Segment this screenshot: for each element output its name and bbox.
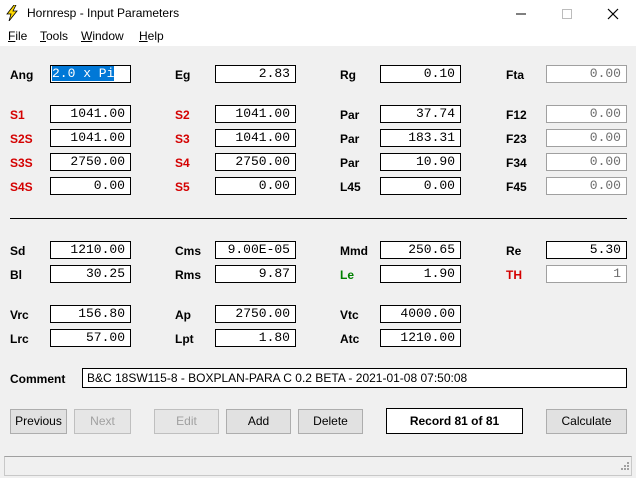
field-f45: 0.00 (546, 177, 627, 195)
field-s2s[interactable]: 1041.00 (50, 129, 131, 147)
label-lpt: Lpt (175, 332, 194, 346)
field-s4s[interactable]: 0.00 (50, 177, 131, 195)
field-ap[interactable]: 2750.00 (215, 305, 296, 323)
label-atc: Atc (340, 332, 360, 346)
label-ang: Ang (10, 68, 34, 82)
label-th: TH (506, 268, 522, 282)
label-rg: Rg (340, 68, 356, 82)
field-s1[interactable]: 1041.00 (50, 105, 131, 123)
window-title: Hornresp - Input Parameters (27, 6, 180, 20)
label-re: Re (506, 244, 522, 258)
field-fta: 0.00 (546, 65, 627, 83)
label-le: Le (340, 268, 355, 282)
next-button: Next (74, 409, 131, 434)
menu-window[interactable]: Window (81, 29, 124, 43)
label-ap: Ap (175, 308, 191, 322)
field-lpt[interactable]: 1.80 (215, 329, 296, 347)
field-mmd[interactable]: 250.65 (380, 241, 461, 259)
label-par-3: Par (340, 156, 360, 170)
field-ang[interactable]: 2.0 x Pi (50, 65, 131, 83)
label-fta: Fta (506, 68, 524, 82)
label-s3: S3 (175, 132, 190, 146)
lightning-icon (5, 4, 19, 22)
maximize-button[interactable] (544, 0, 590, 27)
field-rg[interactable]: 0.10 (380, 65, 461, 83)
label-s4s: S4S (10, 180, 33, 194)
menu-bar: File Tools Window Help (0, 27, 636, 46)
field-vtc[interactable]: 4000.00 (380, 305, 461, 323)
minimize-button[interactable] (498, 0, 544, 27)
label-mmd: Mmd (340, 244, 368, 258)
label-s2: S2 (175, 108, 190, 122)
field-le[interactable]: 1.90 (380, 265, 461, 283)
label-s3s: S3S (10, 156, 33, 170)
field-lrc[interactable]: 57.00 (50, 329, 131, 347)
previous-button[interactable]: Previous (10, 409, 67, 434)
field-re[interactable]: 5.30 (546, 241, 627, 259)
label-par-2: Par (340, 132, 360, 146)
field-par-2[interactable]: 183.31 (380, 129, 461, 147)
field-cms[interactable]: 9.00E-05 (215, 241, 296, 259)
record-indicator: Record 81 of 81 (386, 408, 523, 434)
field-f23: 0.00 (546, 129, 627, 147)
label-s1: S1 (10, 108, 25, 122)
field-atc[interactable]: 1210.00 (380, 329, 461, 347)
field-s2[interactable]: 1041.00 (215, 105, 296, 123)
maximize-icon (562, 9, 572, 19)
close-button[interactable] (590, 0, 636, 27)
field-bl[interactable]: 30.25 (50, 265, 131, 283)
field-f34: 0.00 (546, 153, 627, 171)
label-f23: F23 (506, 132, 527, 146)
menu-tools[interactable]: Tools (40, 29, 68, 43)
label-rms: Rms (175, 268, 202, 282)
label-s5: S5 (175, 180, 190, 194)
field-ang-selected-text: 2.0 x Pi (52, 66, 115, 81)
field-vrc[interactable]: 156.80 (50, 305, 131, 323)
label-cms: Cms (175, 244, 202, 258)
field-sd[interactable]: 1210.00 (50, 241, 131, 259)
label-l45: L45 (340, 180, 361, 194)
edit-button: Edit (154, 409, 219, 434)
label-par-1: Par (340, 108, 360, 122)
label-sd: Sd (10, 244, 26, 258)
delete-button[interactable]: Delete (298, 409, 363, 434)
resize-grip-icon[interactable] (619, 459, 629, 473)
label-s2s: S2S (10, 132, 33, 146)
label-vtc: Vtc (340, 308, 359, 322)
label-vrc: Vrc (10, 308, 29, 322)
label-eg: Eg (175, 68, 191, 82)
field-rms[interactable]: 9.87 (215, 265, 296, 283)
field-s5[interactable]: 0.00 (215, 177, 296, 195)
label-bl: Bl (10, 268, 22, 282)
field-par-3[interactable]: 10.90 (380, 153, 461, 171)
menu-file[interactable]: File (8, 29, 27, 43)
title-bar: Hornresp - Input Parameters (0, 0, 636, 27)
field-f12: 0.00 (546, 105, 627, 123)
label-f34: F34 (506, 156, 527, 170)
field-l45[interactable]: 0.00 (380, 177, 461, 195)
field-par-1[interactable]: 37.74 (380, 105, 461, 123)
label-f45: F45 (506, 180, 527, 194)
label-s4: S4 (175, 156, 190, 170)
comment-field[interactable]: B&C 18SW115-8 - BOXPLAN-PARA C 0.2 BETA … (82, 368, 627, 388)
close-icon (607, 8, 619, 20)
field-s4[interactable]: 2750.00 (215, 153, 296, 171)
input-parameters-panel: Ang 2.0 x Pi Eg 2.83 Rg 0.10 Fta 0.00 S1… (0, 46, 636, 454)
menu-help[interactable]: Help (139, 29, 164, 43)
status-bar (4, 456, 632, 476)
field-th: 1 (546, 265, 627, 283)
label-f12: F12 (506, 108, 527, 122)
add-button[interactable]: Add (226, 409, 291, 434)
field-s3[interactable]: 1041.00 (215, 129, 296, 147)
minimize-icon (516, 13, 526, 15)
field-eg[interactable]: 2.83 (215, 65, 296, 83)
section-divider (10, 218, 627, 219)
field-s3s[interactable]: 2750.00 (50, 153, 131, 171)
calculate-button[interactable]: Calculate (546, 409, 627, 434)
label-comment: Comment (10, 372, 66, 386)
label-lrc: Lrc (10, 332, 29, 346)
